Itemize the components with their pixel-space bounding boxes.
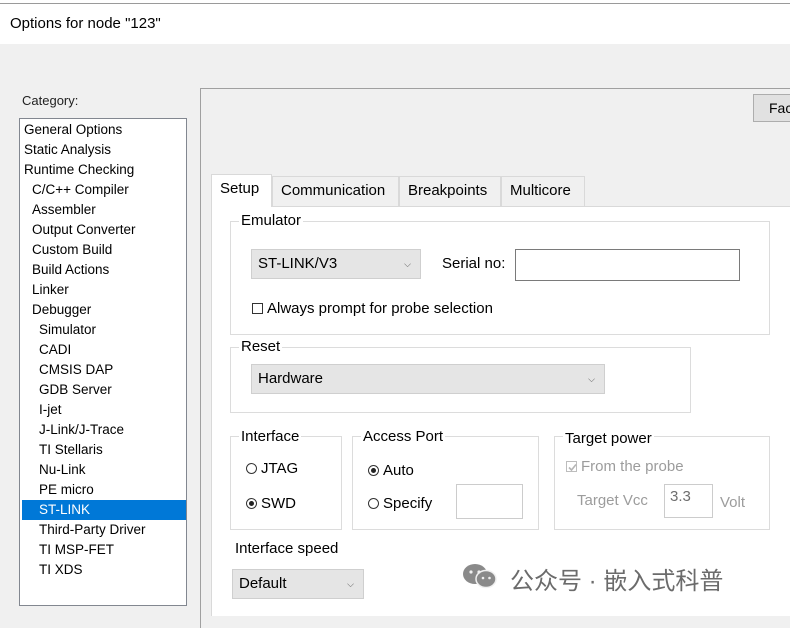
category-item-gdb-server[interactable]: GDB Server [22, 380, 186, 400]
category-item-debugger[interactable]: Debugger [22, 300, 186, 320]
chevron-down-icon: ⌵ [347, 579, 354, 589]
checkbox-checked-icon [566, 461, 577, 472]
access-port-label: Access Port [361, 428, 446, 446]
interface-speed-label: Interface speed [235, 540, 339, 557]
window-title: Options for node "123" [10, 15, 161, 32]
radio-selected-icon [368, 465, 379, 476]
tab-communication[interactable]: Communication [272, 176, 399, 206]
jtag-label: JTAG [261, 460, 299, 477]
title-bar: Options for node "123" [0, 4, 790, 44]
wechat-icon [463, 564, 497, 589]
volt-unit-label: Volt [720, 494, 746, 511]
category-item-assembler[interactable]: Assembler [22, 200, 186, 220]
category-item-linker[interactable]: Linker [22, 280, 186, 300]
tab-multicore[interactable]: Multicore [501, 176, 585, 206]
category-item-build-actions[interactable]: Build Actions [22, 260, 186, 280]
interface-group [230, 436, 342, 530]
reset-label: Reset [239, 338, 283, 356]
tab-setup[interactable]: Setup [211, 174, 272, 207]
emulator-select[interactable]: ST-LINK/V3 ⌵ [251, 249, 421, 279]
category-item-i-jet[interactable]: I-jet [22, 400, 186, 420]
interface-jtag-radio[interactable]: JTAG [246, 460, 298, 478]
category-item-pe-micro[interactable]: PE micro [22, 480, 186, 500]
swd-label: SWD [261, 495, 296, 512]
tab-breakpoints[interactable]: Breakpoints [399, 176, 501, 206]
always-prompt-checkbox[interactable]: Always prompt for probe selection [252, 300, 493, 318]
chevron-down-icon: ⌵ [404, 259, 411, 269]
checkbox-icon [252, 303, 263, 314]
auto-label: Auto [383, 462, 414, 479]
category-item-cmsis-dap[interactable]: CMSIS DAP [22, 360, 186, 380]
category-item-st-link[interactable]: ST-LINK [22, 500, 186, 520]
emulator-label: Emulator [239, 212, 304, 230]
category-item-runtime-checking[interactable]: Runtime Checking [22, 160, 186, 180]
reset-selected-value: Hardware [258, 370, 324, 387]
access-port-input[interactable] [456, 484, 523, 519]
category-item-custom-build[interactable]: Custom Build [22, 240, 186, 260]
category-item-third-party-driver[interactable]: Third-Party Driver [22, 520, 186, 540]
category-item-c-c-compiler[interactable]: C/C++ Compiler [22, 180, 186, 200]
interface-label: Interface [239, 428, 302, 446]
watermark-text: 公众号 · 嵌入式科普 [510, 568, 724, 595]
target-vcc-input[interactable]: 3.3 [664, 484, 713, 518]
category-item-static-analysis[interactable]: Static Analysis [22, 140, 186, 160]
chevron-down-icon: ⌵ [588, 374, 595, 384]
category-item-ti-msp-fet[interactable]: TI MSP-FET [22, 540, 186, 560]
category-item-nu-link[interactable]: Nu-Link [22, 460, 186, 480]
emulator-selected-value: ST-LINK/V3 [258, 255, 338, 272]
target-vcc-label: Target Vcc [577, 492, 648, 509]
category-list[interactable]: General Options Static Analysis Runtime Ch… [19, 118, 187, 606]
from-probe-checkbox[interactable]: From the probe [566, 458, 684, 476]
category-item-cadi[interactable]: CADI [22, 340, 186, 360]
category-item-general-options[interactable]: General Options [22, 120, 186, 140]
category-item-j-link-j-trace[interactable]: J-Link/J-Trace [22, 420, 186, 440]
interface-swd-radio[interactable]: SWD [246, 495, 296, 513]
interface-speed-select[interactable]: Default ⌵ [232, 569, 364, 599]
always-prompt-label: Always prompt for probe selection [267, 300, 493, 317]
reset-select[interactable]: Hardware ⌵ [251, 364, 605, 394]
specify-label: Specify [383, 495, 433, 512]
serial-input[interactable] [515, 249, 740, 281]
interface-speed-selected-value: Default [239, 575, 287, 592]
serial-label: Serial no: [442, 255, 506, 272]
category-item-ti-xds[interactable]: TI XDS [22, 560, 186, 580]
from-probe-label: From the probe [581, 458, 684, 475]
target-power-group [554, 436, 770, 530]
radio-selected-icon [246, 498, 257, 509]
radio-icon [246, 463, 257, 474]
category-label: Category: [22, 93, 79, 108]
category-item-simulator[interactable]: Simulator [22, 320, 186, 340]
radio-icon [368, 498, 379, 509]
target-power-label: Target power [563, 430, 654, 448]
access-port-auto-radio[interactable]: Auto [368, 462, 414, 480]
category-item-ti-stellaris[interactable]: TI Stellaris [22, 440, 186, 460]
factory-settings-button[interactable]: Factory Settings [753, 94, 790, 122]
category-item-output-converter[interactable]: Output Converter [22, 220, 186, 240]
access-port-specify-radio[interactable]: Specify [368, 495, 432, 513]
